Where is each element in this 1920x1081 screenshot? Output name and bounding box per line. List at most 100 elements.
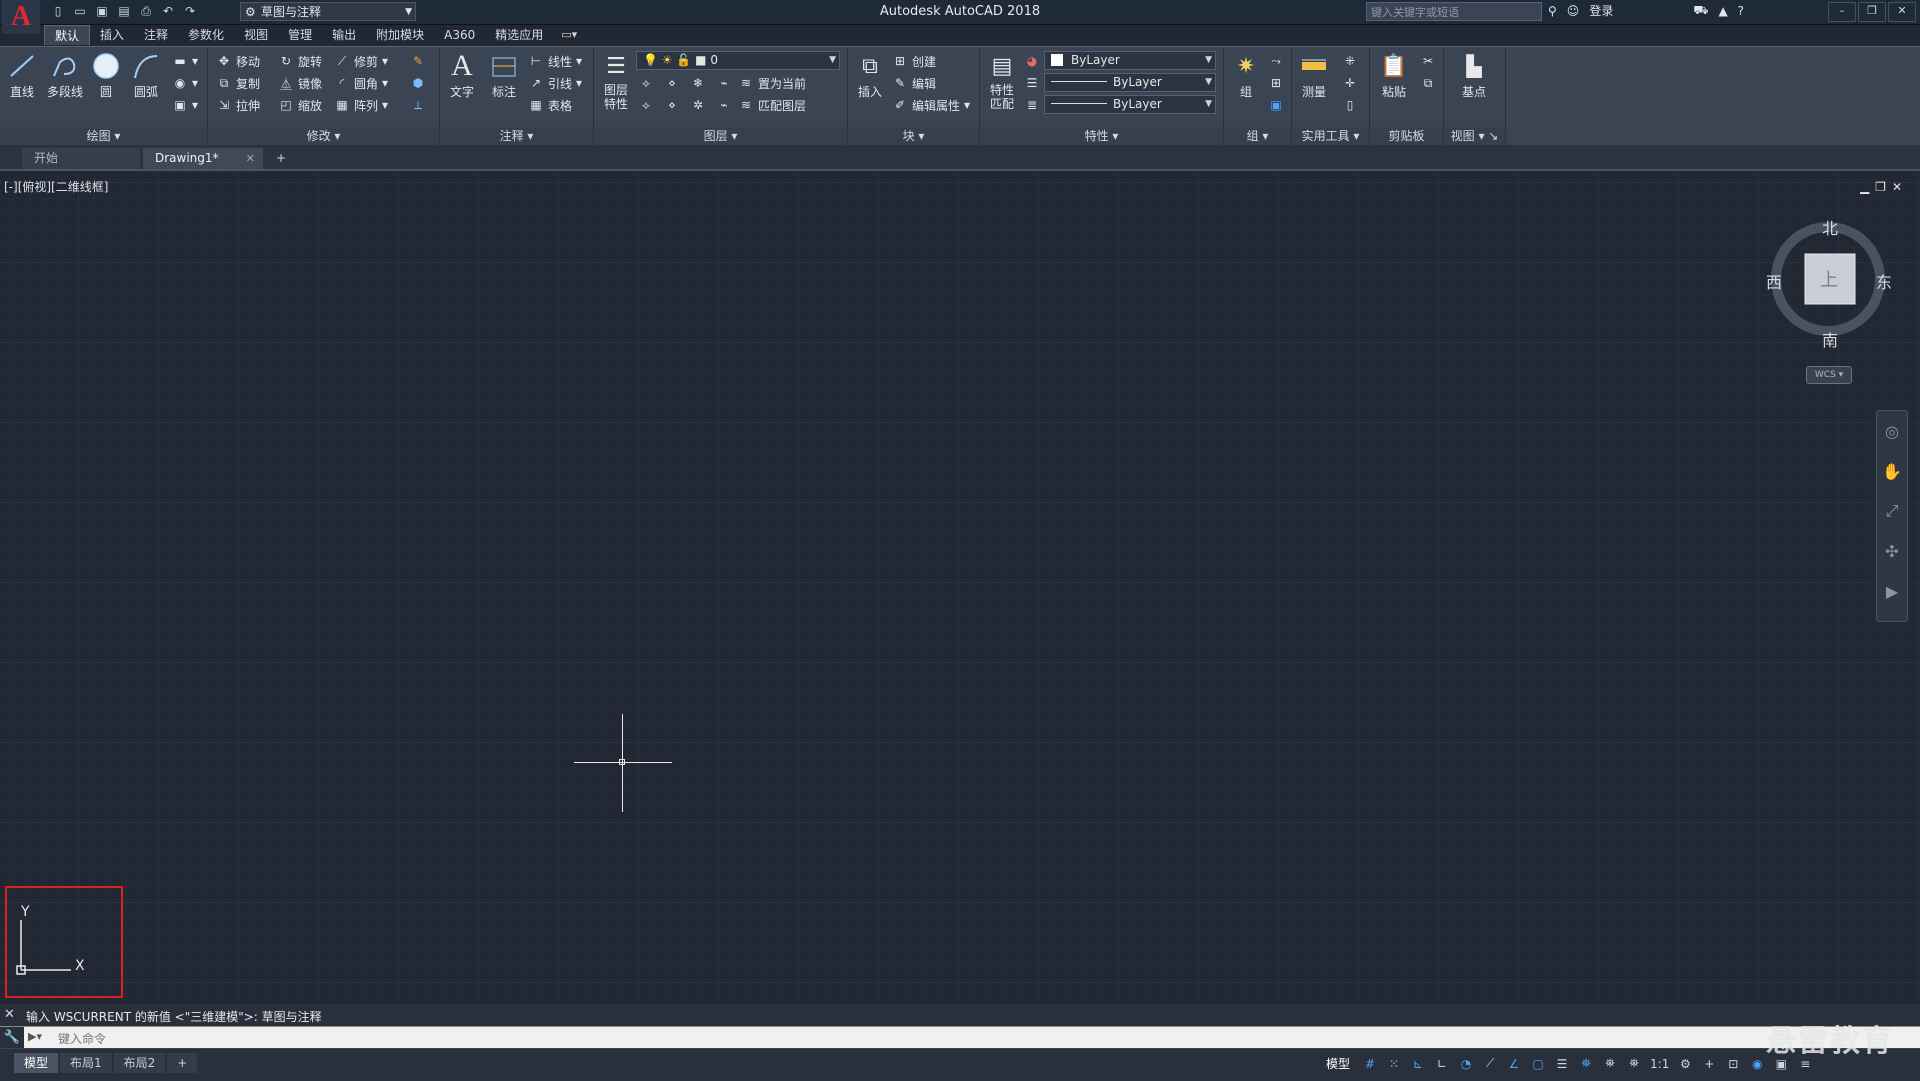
modify-panel-title[interactable]: 修改 ▾ <box>208 127 439 145</box>
region-button[interactable]: ▣ ▾ <box>172 95 198 115</box>
stretch-button[interactable]: ⇲ 拉伸 <box>216 95 260 115</box>
draw-panel-title[interactable]: 绘图 ▾ <box>0 127 207 145</box>
orbit-icon[interactable]: ✣ <box>1877 531 1907 571</box>
paste-button[interactable]: 📋 粘贴 <box>1374 51 1414 100</box>
new-tab-button[interactable]: + <box>270 148 292 169</box>
showmotion-icon[interactable]: ▶ <box>1877 571 1907 611</box>
leader-button[interactable]: ↗ 引线 ▾ <box>528 73 582 93</box>
wrench-icon[interactable]: 🔧 <box>0 1027 24 1049</box>
lineweight-dropdown[interactable]: ByLayer ▼ <box>1044 95 1216 114</box>
tab-output[interactable]: 输出 <box>322 25 366 45</box>
viewport-minimize-icon[interactable]: ▁ <box>1860 180 1869 194</box>
isolate-objects-icon[interactable]: ⊡ <box>1725 1056 1741 1072</box>
close-icon[interactable]: ✕ <box>1888 2 1916 22</box>
layer-unisolate-icon[interactable]: ⋄ <box>664 97 680 113</box>
app-logo[interactable]: A <box>2 0 40 34</box>
cart-icon[interactable]: ⛟ <box>1693 3 1708 19</box>
snap-icon[interactable]: ⁙ <box>1386 1056 1402 1072</box>
groups-panel-title[interactable]: 组 ▾ <box>1224 127 1291 145</box>
view-panel-title[interactable]: 视图 ▾ ↘ <box>1444 127 1505 145</box>
viewport-close-icon[interactable]: ✕ <box>1892 180 1902 194</box>
circle-button[interactable]: 圆 <box>86 51 126 100</box>
search-input[interactable]: 键入关键字或短语 <box>1366 2 1542 21</box>
autodesk-icon[interactable]: ▲ <box>1718 4 1727 18</box>
viewcube-west[interactable]: 西 <box>1766 269 1782 293</box>
command-input[interactable] <box>56 1029 1460 1048</box>
tab-annotate[interactable]: 注释 <box>134 25 178 45</box>
tab-default[interactable]: 默认 <box>44 25 91 45</box>
copy-button[interactable]: ⧉ 复制 <box>216 73 260 93</box>
hardware-acceleration-icon[interactable]: ◉ <box>1749 1056 1765 1072</box>
linetype-dropdown[interactable]: ByLayer ▼ <box>1044 73 1216 92</box>
clipboard-panel-title[interactable]: 剪贴板 <box>1370 127 1443 145</box>
tab-start[interactable]: 开始 <box>22 148 140 169</box>
offset-button[interactable]: ⟂ <box>410 95 426 115</box>
annotation-scale-value[interactable]: 1:1 <box>1650 1057 1669 1071</box>
close-command-icon[interactable]: ✕ <box>4 1007 15 1022</box>
properties-panel-title[interactable]: 特性 ▾ <box>980 127 1223 145</box>
tab-insert[interactable]: 插入 <box>90 25 134 45</box>
viewcube-south[interactable]: 南 <box>1822 327 1838 351</box>
trim-button[interactable]: ⟋ 修剪 ▾ <box>334 51 388 71</box>
table-button[interactable]: ▦ 表格 <box>528 95 572 115</box>
restore-icon[interactable]: ❐ <box>1858 2 1886 22</box>
edit-attributes-button[interactable]: ✐ 编辑属性 ▾ <box>892 95 970 115</box>
close-tab-icon[interactable]: ✕ <box>246 148 255 169</box>
cut-icon[interactable]: ✂ <box>1420 51 1436 71</box>
layer-lock-icon[interactable]: ⌁ <box>716 75 732 91</box>
object-snap-tracking-icon[interactable]: ∠ <box>1506 1056 1522 1072</box>
layer-on-icon[interactable]: ⟡ <box>638 97 654 113</box>
tab-model[interactable]: 模型 <box>14 1053 59 1073</box>
color-dropdown[interactable]: ByLayer ▼ <box>1044 51 1216 70</box>
layers-panel-title[interactable]: 图层 ▾ <box>594 127 847 145</box>
steering-wheel-icon[interactable]: ◎ <box>1877 411 1907 451</box>
edit-block-button[interactable]: ✎ 编辑 <box>892 73 936 93</box>
polyline-button[interactable]: 多段线 <box>42 51 88 100</box>
erase-button[interactable]: ✎ <box>410 51 426 71</box>
match-properties-button[interactable]: ▤ 特性 匹配 <box>982 51 1022 112</box>
tab-layout2[interactable]: 布局2 <box>113 1053 166 1073</box>
help-icon[interactable]: ? <box>1738 4 1744 18</box>
tab-view[interactable]: 视图 <box>234 25 278 45</box>
polar-icon[interactable]: ◔ <box>1458 1056 1474 1072</box>
line-button[interactable]: 直线 <box>2 51 42 100</box>
viewcube-east[interactable]: 东 <box>1876 269 1892 293</box>
group-edit-icon[interactable]: ⊞ <box>1268 73 1284 93</box>
block-panel-title[interactable]: 块 ▾ <box>848 127 979 145</box>
make-current-button[interactable]: ≋ 置为当前 <box>738 73 806 93</box>
explode-button[interactable]: ⬢ <box>410 73 426 93</box>
binoculars-icon[interactable]: ⚲ <box>1548 4 1557 18</box>
annotation-visibility-icon[interactable]: ⛯ <box>1578 1056 1594 1072</box>
layer-dropdown[interactable]: 💡 ☀ 🔓 ■ 0 ▼ <box>636 51 840 70</box>
dimension-button[interactable]: 标注 <box>484 51 524 100</box>
zoom-extents-icon[interactable]: ⤢ <box>1877 491 1907 531</box>
ortho-icon[interactable]: ∟ <box>1434 1056 1450 1072</box>
add-layout-button[interactable]: + <box>167 1053 198 1073</box>
login-link[interactable]: 登录 <box>1589 2 1613 19</box>
group-select-icon[interactable]: ▣ <box>1268 95 1284 115</box>
array-button[interactable]: ▦ 阵列 ▾ <box>334 95 388 115</box>
viewcube-top-face[interactable]: 上 <box>1820 266 1838 292</box>
tab-a360[interactable]: A360 <box>434 25 485 45</box>
viewcube[interactable]: 北 南 东 西 上 <box>1766 215 1892 350</box>
drawing-canvas[interactable] <box>0 172 1920 998</box>
move-button[interactable]: ✥ 移动 <box>216 51 260 71</box>
layer-off-icon[interactable]: ⟡ <box>638 75 654 91</box>
linear-dim-button[interactable]: ⊢ 线性 ▾ <box>528 51 582 71</box>
tab-layout1[interactable]: 布局1 <box>60 1053 112 1073</box>
point-icon[interactable]: ✛ <box>1342 73 1358 93</box>
annotation-panel-title[interactable]: 注释 ▾ <box>440 127 593 145</box>
create-block-button[interactable]: ⊞ 创建 <box>892 51 936 71</box>
utilities-panel-title[interactable]: 实用工具 ▾ <box>1292 127 1369 145</box>
isodraft-icon[interactable]: ⟋ <box>1482 1056 1498 1072</box>
infer-icon[interactable]: ⊾ <box>1410 1056 1426 1072</box>
user-icon[interactable]: ☺ <box>1567 4 1580 18</box>
measure-button[interactable]: 测量 <box>1294 51 1334 100</box>
tab-parametric[interactable]: 参数化 <box>178 25 234 45</box>
command-prompt-icon[interactable]: ▶▾ <box>28 1030 42 1043</box>
pan-icon[interactable]: ✋ <box>1877 451 1907 491</box>
tab-featured-apps[interactable]: 精选应用 <box>485 25 553 45</box>
tab-drawing1[interactable]: Drawing1* ✕ <box>143 148 263 169</box>
object-snap-icon[interactable]: ▢ <box>1530 1056 1546 1072</box>
hatch-button[interactable]: ◉ ▾ <box>172 73 198 93</box>
